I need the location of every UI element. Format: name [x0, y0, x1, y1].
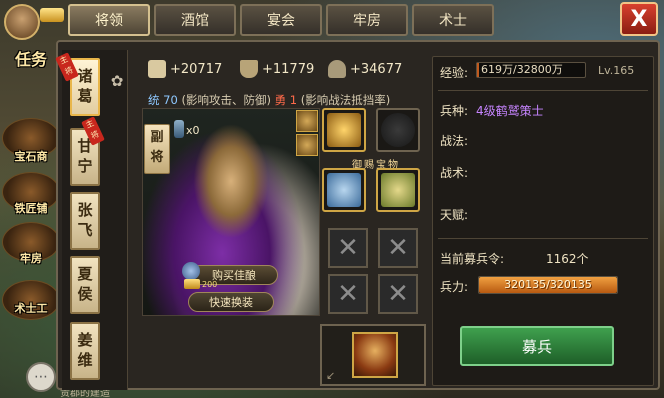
treasure-slot-scroll[interactable] [322, 168, 366, 212]
hero-name: 姜维 [77, 331, 93, 369]
hero-name: 张飞 [77, 201, 93, 239]
hero-card-xiahou[interactable]: 夏侯 [70, 256, 100, 314]
hero-list: 诸葛 甘宁 张飞 夏侯 姜维 [62, 50, 128, 390]
attack-icon [148, 60, 166, 78]
attack-value: +20717 [170, 61, 223, 77]
wine-token-icon [174, 120, 184, 138]
exp-value: 619万/32800万 [481, 63, 563, 76]
rank-text: 副将 [150, 130, 164, 165]
tab-tavern[interactable]: 酒馆 [154, 4, 236, 36]
feather-icon[interactable]: ✿ [108, 72, 126, 90]
hero-card-zhangfei[interactable]: 张飞 [70, 192, 100, 250]
crossed-swords-icon: ✕ [337, 279, 359, 309]
crossed-swords-icon: ✕ [387, 233, 409, 263]
divider [438, 90, 648, 91]
building-label-prison: 牢房 [20, 252, 42, 265]
soldier-icon [328, 60, 346, 78]
locked-slot[interactable]: ✕ [328, 274, 368, 314]
attack-stat: +20717 [148, 60, 222, 78]
tab-prison[interactable]: 牢房 [326, 4, 408, 36]
locked-slot[interactable]: ✕ [378, 274, 418, 314]
troop-type-value: 4级鹤鹫策士 [476, 104, 544, 118]
quick-equip-button[interactable]: 快速换装 [188, 292, 274, 312]
soldiers-label: 兵力: [440, 280, 469, 294]
valor-label: 勇 [274, 93, 287, 107]
tab-sorcerer[interactable]: 术士 [412, 4, 494, 36]
building-label-gem-shop: 宝石商 [14, 150, 48, 163]
tab-bar: 将领 酒馆 宴会 牢房 术士 [68, 4, 494, 38]
expand-arrow-icon: ↙ [326, 369, 336, 382]
close-icon: X [630, 6, 648, 32]
recruit-orders-label: 当前募兵令: [440, 252, 505, 266]
valor-value: 1 [289, 93, 298, 107]
task-label[interactable]: 任务 [0, 46, 62, 70]
attribute-line: 统 70 (影响攻击、防御) 勇 1 (影响战法抵挡率) [148, 92, 390, 108]
strategy-label: 战术: [440, 166, 469, 180]
locked-slot[interactable]: ✕ [328, 228, 368, 268]
command-desc: (影响攻击、防御) [181, 93, 271, 107]
crossed-swords-icon: ✕ [337, 233, 359, 263]
hero-card-jiangwei[interactable]: 姜维 [70, 322, 100, 380]
troop-type-label: 兵种: [440, 104, 469, 118]
building-label-blacksmith: 铁匠铺 [14, 202, 48, 215]
locked-slot[interactable]: ✕ [378, 228, 418, 268]
defense-value: +11779 [262, 61, 315, 77]
map-strip: 任务 宝石商 铁匠铺 牢房 术士工 [0, 0, 64, 398]
troops-value: +34677 [350, 61, 403, 77]
helmet-slot[interactable] [322, 108, 366, 152]
command-label: 统 [148, 93, 160, 107]
mount-slot[interactable]: ↙ [320, 324, 426, 386]
recruit-orders-value: 1162个 [546, 252, 589, 266]
exp-label: 经验: [440, 66, 469, 80]
command-value: 70 [163, 93, 178, 107]
crossed-swords-icon: ✕ [387, 279, 409, 309]
close-button[interactable]: X [620, 2, 658, 36]
hero-name: 诸葛 [77, 67, 93, 105]
chat-icon: ⋯ [34, 369, 48, 385]
wine-jar-icon [182, 262, 200, 280]
gold-ingot-icon [184, 279, 200, 289]
hero-name: 夏侯 [77, 265, 93, 303]
level-label: Lv.165 [598, 64, 635, 77]
valor-desc: (影响战法抵挡率) [300, 93, 391, 107]
treasure-slot-fan[interactable] [376, 168, 420, 212]
tab-generals[interactable]: 将领 [68, 4, 150, 36]
soldiers-bar: 320135/320135 [478, 276, 618, 294]
player-avatar[interactable] [4, 4, 40, 40]
divider [438, 238, 648, 239]
troops-stat: +34677 [328, 60, 402, 78]
exp-bar-fill [477, 63, 480, 77]
chat-button[interactable]: ⋯ [26, 362, 56, 392]
building-label-sorcerer: 术士工 [14, 302, 48, 315]
wine-token-count: x0 [186, 124, 200, 137]
buy-cost: 200 [202, 280, 218, 289]
exp-bar: 619万/32800万 [476, 62, 586, 78]
rank-tag: 副将 [144, 124, 170, 174]
talent-label: 天赋: [440, 208, 469, 222]
accessory-slot[interactable] [296, 110, 318, 132]
accessory-slot[interactable] [296, 134, 318, 156]
tactic-label: 战法: [440, 134, 469, 148]
gold-icon [40, 8, 64, 22]
defense-stat: +11779 [240, 60, 314, 78]
tab-banquet[interactable]: 宴会 [240, 4, 322, 36]
recruit-button[interactable]: 募兵 [460, 326, 614, 366]
empty-slot[interactable] [376, 108, 420, 152]
mount-avatar [352, 332, 398, 378]
shield-icon [240, 60, 258, 78]
soldiers-value: 320135/320135 [504, 278, 592, 291]
